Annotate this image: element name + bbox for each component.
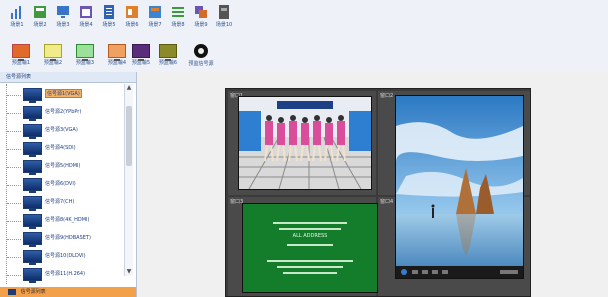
preview-monitor-icon	[132, 44, 150, 61]
dance-video-window[interactable]	[238, 96, 372, 190]
green-square-icon	[33, 4, 47, 20]
video-wall-canvas[interactable]: 窗口1 窗口2 窗口3 ALL ADDRESS 窗口4	[225, 88, 531, 297]
orange-window-icon	[125, 4, 139, 20]
preview-monitor-icon	[76, 44, 94, 61]
scene-button-5[interactable]: 场景5	[98, 0, 120, 29]
signal-source-item[interactable]: 信号源8(4K_HDMI)	[7, 212, 123, 230]
monitor-icon	[23, 160, 42, 175]
landscape-video-thumbnail	[396, 96, 523, 278]
green-text-video-window[interactable]: ALL ADDRESS	[242, 203, 378, 293]
sidebar-scrollbar[interactable]: ▲ ▼	[124, 84, 133, 276]
signal-source-panel: 信号源列表 信号源1(VGA) 信号源2(YPbPr) 信号源3(VGA) 信号…	[0, 72, 137, 297]
preview-monitor-icon	[159, 44, 177, 61]
monitor-icon	[23, 250, 42, 265]
multi-window-icon	[194, 4, 208, 20]
signal-source-panel-header: 信号源列表	[0, 72, 136, 83]
signal-source-item[interactable]: 信号源11(H.264)	[7, 266, 123, 284]
list-icon	[171, 4, 185, 20]
preview-monitor-icon	[12, 44, 30, 61]
signal-source-tree: 信号源1(VGA) 信号源2(YPbPr) 信号源3(VGA) 信号源4(SDI…	[6, 84, 125, 284]
preview-toolbar: 预监输1 预监输2 预监输3 预监输4 预监输5 预监输6 预监信号源	[0, 40, 608, 73]
dance-video-thumbnail	[239, 97, 371, 189]
monitor-icon	[23, 88, 42, 103]
scrollbar-thumb[interactable]	[126, 106, 132, 166]
preview-monitor-icon	[44, 44, 62, 61]
scene-button-6[interactable]: 场景6	[121, 0, 143, 29]
wall-cell-3[interactable]: 窗口3 ALL ADDRESS	[228, 197, 378, 296]
scene-toolbar: 场景1 场景2 场景3 场景4 场景5 场景6 场景7 场景8 场景9 场景10	[0, 0, 608, 41]
scene-button-7[interactable]: 场景7	[144, 0, 166, 29]
signal-source-item[interactable]: 信号源1(VGA)	[7, 86, 123, 104]
blue-document-icon	[102, 4, 116, 20]
gray-document-icon	[217, 4, 231, 20]
signal-source-item[interactable]: 信号源3(VGA)	[7, 122, 123, 140]
signal-source-item[interactable]: 信号源6(DVI)	[7, 176, 123, 194]
scene-button-8[interactable]: 场景8	[167, 0, 189, 29]
monitor-icon	[23, 124, 42, 139]
preview-button-3[interactable]: 预监输3	[72, 40, 98, 67]
preview-signal-source-button[interactable]: 预监信号源	[184, 40, 218, 68]
camera-lens-icon	[193, 43, 209, 59]
wall-cell-1[interactable]: 窗口1	[228, 91, 376, 195]
monitor-icon	[8, 288, 16, 295]
preview-button-2[interactable]: 预监输2	[40, 40, 66, 67]
signal-source-item[interactable]: 信号源10(DLDVI)	[7, 248, 123, 266]
preview-monitor-icon	[108, 44, 126, 61]
signal-source-item[interactable]: 信号源9(HDBASET)	[7, 230, 123, 248]
monitor-icon	[23, 232, 42, 247]
preview-button-4[interactable]: 预监输4	[104, 40, 130, 67]
video-overlay-text: ALL ADDRESS	[292, 233, 328, 239]
scene-button-10[interactable]: 场景10	[213, 0, 235, 29]
landscape-video-window[interactable]	[395, 95, 524, 279]
monitor-icon	[23, 178, 42, 193]
signal-source-list-tab[interactable]: 信号源列表	[0, 287, 136, 297]
bar-chart-icon	[10, 4, 24, 20]
green-text-video-thumbnail	[243, 204, 377, 292]
monitor-icon	[23, 268, 42, 283]
monitor-icon	[23, 142, 42, 157]
scroll-up-icon[interactable]: ▲	[125, 84, 133, 92]
monitor-icon	[23, 106, 42, 121]
preview-button-5[interactable]: 预监输5	[128, 40, 154, 67]
scene-button-2[interactable]: 场景2	[29, 0, 51, 29]
signal-source-item[interactable]: 信号源2(YPbPr)	[7, 104, 123, 122]
preview-button-1[interactable]: 预监输1	[8, 40, 34, 67]
scene-button-9[interactable]: 场景9	[190, 0, 212, 29]
signal-source-item[interactable]: 信号源7(CH)	[7, 194, 123, 212]
blue-window-icon	[148, 4, 162, 20]
scroll-down-icon[interactable]: ▼	[125, 268, 133, 276]
monitor-icon	[56, 4, 70, 20]
monitor-icon	[23, 196, 42, 211]
scene-button-1[interactable]: 场景1	[6, 0, 28, 29]
purple-window-icon	[79, 4, 93, 20]
signal-source-item[interactable]: 信号源5(HDMI)	[7, 158, 123, 176]
monitor-icon	[23, 214, 42, 229]
signal-source-item[interactable]: 信号源4(SDI)	[7, 140, 123, 158]
scene-button-4[interactable]: 场景4	[75, 0, 97, 29]
preview-button-6[interactable]: 预监输6	[155, 40, 181, 67]
scene-button-3[interactable]: 场景3	[52, 0, 74, 29]
